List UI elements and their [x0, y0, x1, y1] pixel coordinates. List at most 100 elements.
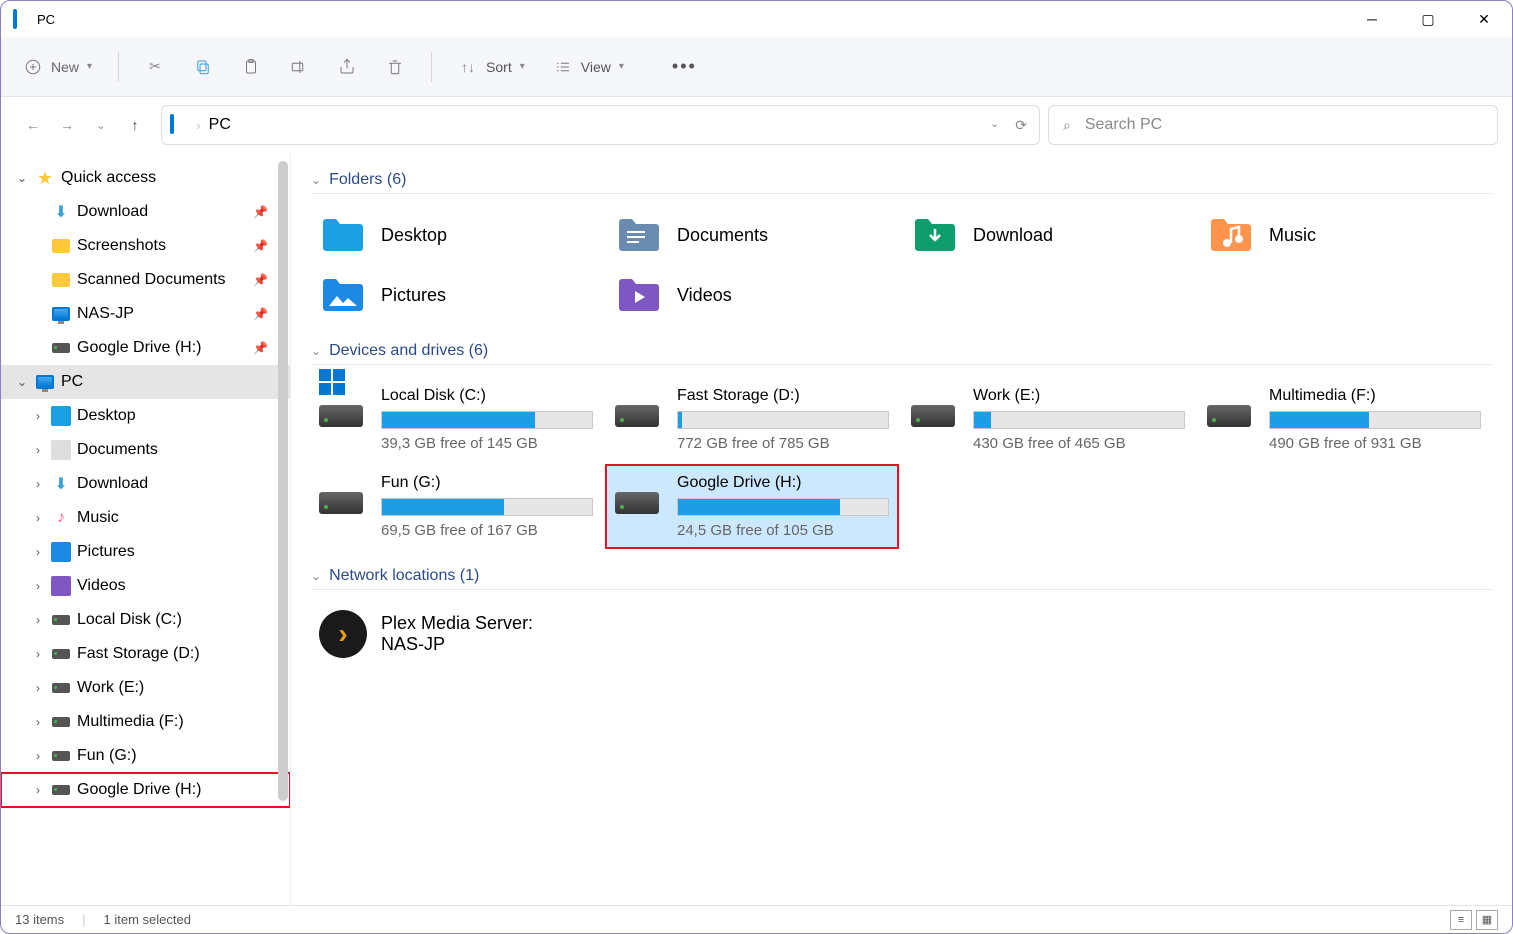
- address-bar[interactable]: › PC ⌄ ⟳: [161, 105, 1040, 145]
- sidebar-item-scanned[interactable]: Scanned Documents📌: [1, 263, 290, 297]
- more-button[interactable]: •••: [660, 48, 709, 85]
- drive-item[interactable]: Multimedia (F:) 490 GB free of 931 GB: [1199, 379, 1489, 460]
- folder-name: Documents: [677, 225, 768, 246]
- folder-item[interactable]: Documents: [607, 208, 897, 262]
- sidebar-item-pictures[interactable]: ›Pictures: [1, 535, 290, 569]
- drive-icon: [51, 338, 71, 358]
- plex-icon: ›: [319, 610, 367, 658]
- up-button[interactable]: ↑: [123, 113, 147, 137]
- drive-item[interactable]: Fun (G:) 69,5 GB free of 167 GB: [311, 466, 601, 547]
- drive-item[interactable]: Local Disk (C:) 39,3 GB free of 145 GB: [311, 379, 601, 460]
- icons-view-button[interactable]: ▦: [1476, 910, 1498, 930]
- chevron-down-icon: ⌄: [15, 375, 29, 389]
- close-button[interactable]: ✕: [1456, 1, 1512, 37]
- drive-item[interactable]: Work (E:) 430 GB free of 465 GB: [903, 379, 1193, 460]
- minimize-button[interactable]: ─: [1344, 1, 1400, 37]
- sidebar-item-multimedia-f[interactable]: ›Multimedia (F:): [1, 705, 290, 739]
- folder-item[interactable]: Download: [903, 208, 1193, 262]
- drive-free: 69,5 GB free of 167 GB: [381, 522, 593, 539]
- recent-dropdown[interactable]: ⌄: [89, 113, 113, 137]
- sidebar-label: Quick access: [61, 169, 282, 187]
- new-button[interactable]: New ▾: [11, 49, 104, 85]
- chevron-down-icon: ⌄: [311, 569, 321, 583]
- sidebar-item-desktop[interactable]: ›Desktop: [1, 399, 290, 433]
- star-icon: ★: [35, 168, 55, 188]
- folder-item[interactable]: Pictures: [311, 268, 601, 322]
- sidebar-item-fast-d[interactable]: ›Fast Storage (D:): [1, 637, 290, 671]
- cut-icon: ✂: [145, 57, 165, 77]
- sidebar-item-documents[interactable]: ›Documents: [1, 433, 290, 467]
- window-title: PC: [37, 12, 55, 27]
- drive-item[interactable]: Google Drive (H:) 24,5 GB free of 105 GB: [607, 466, 897, 547]
- pc-icon: [35, 372, 55, 392]
- drive-name: Google Drive (H:): [677, 474, 889, 492]
- drive-item[interactable]: Fast Storage (D:) 772 GB free of 785 GB: [607, 379, 897, 460]
- drive-icon: [319, 474, 367, 514]
- folder-item[interactable]: Desktop: [311, 208, 601, 262]
- sidebar-item-music[interactable]: ›♪Music: [1, 501, 290, 535]
- new-label: New: [51, 59, 79, 75]
- sidebar-item-work-e[interactable]: ›Work (E:): [1, 671, 290, 705]
- sidebar-item-nas[interactable]: NAS-JP📌: [1, 297, 290, 331]
- cut-button[interactable]: ✂: [133, 49, 177, 85]
- chevron-down-icon[interactable]: ⌄: [990, 117, 999, 134]
- sidebar-item-screenshots[interactable]: Screenshots📌: [1, 229, 290, 263]
- section-drives[interactable]: ⌄ Devices and drives (6): [311, 342, 1492, 365]
- drive-icon: [51, 678, 71, 698]
- refresh-button[interactable]: ⟳: [1015, 117, 1027, 134]
- sidebar-item-gdrive-qa[interactable]: Google Drive (H:)📌: [1, 331, 290, 365]
- pin-icon: 📌: [253, 273, 268, 287]
- sidebar-item-gdrive-h[interactable]: ›Google Drive (H:): [1, 773, 290, 807]
- drive-icon: [51, 644, 71, 664]
- folder-name: Pictures: [381, 285, 446, 306]
- sidebar-item-fun-g[interactable]: ›Fun (G:): [1, 739, 290, 773]
- chevron-right-icon: ›: [31, 477, 45, 491]
- pc-icon: [13, 11, 29, 27]
- maximize-button[interactable]: ▢: [1400, 1, 1456, 37]
- drive-name: Fast Storage (D:): [677, 387, 889, 405]
- music-icon: ♪: [51, 508, 71, 528]
- drive-icon: [51, 780, 71, 800]
- chevron-right-icon: ›: [31, 681, 45, 695]
- copy-button[interactable]: [181, 49, 225, 85]
- sidebar-quick-access[interactable]: ⌄ ★ Quick access: [1, 161, 290, 195]
- chevron-right-icon: ›: [31, 749, 45, 763]
- sidebar-item-videos[interactable]: ›Videos: [1, 569, 290, 603]
- pin-icon: 📌: [253, 239, 268, 253]
- details-view-button[interactable]: ≡: [1450, 910, 1472, 930]
- paste-button[interactable]: [229, 49, 273, 85]
- view-button[interactable]: View ▾: [541, 49, 636, 85]
- sidebar-pc[interactable]: ⌄ PC: [1, 365, 290, 399]
- drive-free: 430 GB free of 465 GB: [973, 435, 1185, 452]
- chevron-right-icon: ›: [31, 579, 45, 593]
- folder-item[interactable]: Music: [1199, 208, 1489, 262]
- section-folders[interactable]: ⌄ Folders (6): [311, 171, 1492, 194]
- sidebar-item-local-c[interactable]: ›Local Disk (C:): [1, 603, 290, 637]
- drive-icon: [51, 610, 71, 630]
- pin-icon: 📌: [253, 205, 268, 219]
- sidebar-item-download[interactable]: ›⬇Download: [1, 467, 290, 501]
- back-button[interactable]: ←: [21, 113, 45, 137]
- search-bar[interactable]: ⌕: [1048, 105, 1498, 145]
- usage-bar: [677, 498, 889, 516]
- pictures-icon: [51, 542, 71, 562]
- rename-button[interactable]: [277, 49, 321, 85]
- chevron-right-icon: ›: [31, 613, 45, 627]
- drive-free: 772 GB free of 785 GB: [677, 435, 889, 452]
- statusbar: 13 items | 1 item selected ≡ ▦: [1, 905, 1512, 933]
- file-explorer-window: PC ─ ▢ ✕ New ▾ ✂ ↑↓ Sort ▾ View ▾: [0, 0, 1513, 934]
- folder-item[interactable]: Videos: [607, 268, 897, 322]
- share-button[interactable]: [325, 49, 369, 85]
- section-network[interactable]: ⌄ Network locations (1): [311, 567, 1492, 590]
- forward-button[interactable]: →: [55, 113, 79, 137]
- network-name: Plex Media Server:: [381, 613, 533, 634]
- search-input[interactable]: [1085, 116, 1483, 134]
- network-item[interactable]: › Plex Media Server: NAS-JP: [311, 604, 1492, 664]
- sort-button[interactable]: ↑↓ Sort ▾: [446, 49, 537, 85]
- delete-button[interactable]: [373, 49, 417, 85]
- sidebar-item-download[interactable]: ⬇Download📌: [1, 195, 290, 229]
- paste-icon: [241, 57, 261, 77]
- usage-bar: [973, 411, 1185, 429]
- scrollbar[interactable]: [278, 161, 288, 801]
- share-icon: [337, 57, 357, 77]
